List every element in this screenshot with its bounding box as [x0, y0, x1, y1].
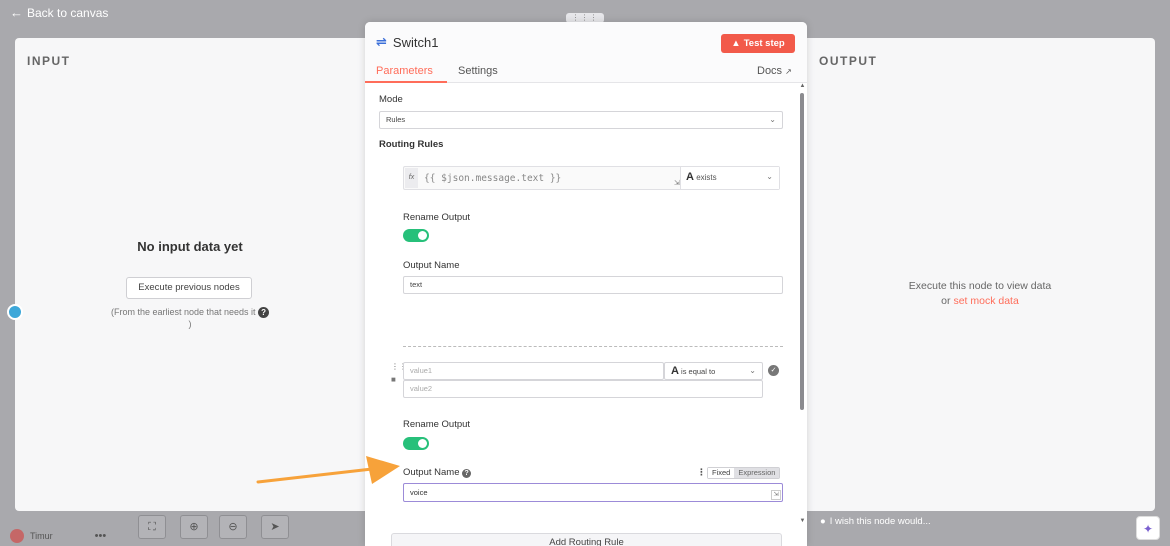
rule1-output-name-input[interactable]: text	[403, 276, 783, 294]
rule-divider	[403, 346, 783, 347]
rule1-condition: fx {{ $json.message.text }} ⇲ A exists ⌄	[403, 166, 780, 190]
pointer-tool-button[interactable]: ➤	[261, 515, 289, 539]
rule2-operator-select[interactable]: A is equal to ⌄	[664, 362, 763, 380]
output-panel: OUTPUT Execute this node to view data or…	[805, 38, 1155, 511]
test-step-label: Test step	[743, 38, 785, 49]
ai-assistant-button[interactable]: ✦	[1136, 516, 1160, 540]
docs-label: Docs	[757, 65, 783, 77]
rule2-rename-label: Rename Output	[403, 419, 471, 430]
user-menu[interactable]: Timur •••	[10, 529, 106, 543]
rule2-value1-placeholder: value1	[410, 366, 433, 375]
fixed-option[interactable]: Fixed	[708, 468, 735, 478]
parameters-body: ▲ ▼ Mode Rules ⌄ Routing Rules fx {{ $js…	[365, 83, 807, 546]
resize-icon[interactable]: ⇲	[674, 179, 680, 187]
back-to-canvas-link[interactable]: ← Back to canvas	[10, 5, 108, 20]
question-icon[interactable]: ?	[462, 469, 472, 478]
rule1-rename-label: Rename Output	[403, 212, 471, 223]
tab-settings[interactable]: Settings	[458, 65, 498, 77]
external-link-icon: ↗	[785, 67, 792, 76]
mode-select-value: Rules	[386, 115, 406, 124]
lightbulb-icon: ●	[820, 516, 826, 527]
chevron-down-icon: ⌄	[766, 172, 773, 181]
sparkle-icon: ✦	[1142, 522, 1154, 536]
resize-icon[interactable]: ⇲	[771, 490, 781, 500]
input-hint-close: )	[188, 319, 192, 329]
wish-text: I wish this node would...	[829, 516, 931, 527]
test-step-button[interactable]: ▲ Test step	[721, 34, 795, 53]
chevron-down-icon: ⌄	[769, 115, 776, 124]
expression-option[interactable]: Expression	[734, 468, 780, 478]
zoom-out-icon: ⊖	[228, 521, 238, 533]
arrow-left-icon: ←	[10, 5, 23, 20]
back-to-canvas-label: Back to canvas	[27, 5, 109, 20]
rule2-value2-placeholder: value2	[410, 384, 433, 393]
node-title-label: Switch1	[392, 34, 439, 50]
zoom-in-icon: ⊕	[189, 521, 199, 533]
mode-label: Mode	[379, 94, 403, 105]
flask-icon: ▲	[731, 38, 741, 49]
routing-rules-label: Routing Rules	[379, 139, 444, 150]
execute-previous-nodes-button[interactable]: Execute previous nodes	[126, 277, 252, 299]
rule2-output-name-text: Output Name	[403, 467, 460, 478]
set-mock-data-link[interactable]: set mock data	[953, 295, 1018, 307]
rule1-rename-toggle[interactable]	[403, 229, 429, 242]
annotation-arrow-icon	[256, 456, 400, 484]
fixed-expression-toggle[interactable]: Fixed Expression	[707, 467, 781, 479]
rule2-rename-toggle[interactable]	[403, 437, 429, 450]
field-options-icon[interactable]: ⋮	[697, 467, 706, 478]
input-panel-title: INPUT	[27, 54, 71, 68]
rule2-output-name-value: voice	[410, 488, 428, 497]
string-type-icon: A	[671, 365, 679, 377]
rule2-value1-input[interactable]: value1	[403, 362, 664, 380]
output-panel-title: OUTPUT	[819, 54, 878, 68]
rule1-output-name-label: Output Name	[403, 260, 460, 271]
pointer-icon: ➤	[270, 521, 280, 533]
docs-link[interactable]: Docs ↗	[757, 65, 792, 77]
scroll-up-icon[interactable]: ▲	[799, 83, 806, 91]
chevron-down-icon: ⌄	[749, 366, 756, 375]
input-hint-text: (From the earliest node that needs it	[110, 307, 256, 317]
input-connector-dot	[7, 304, 23, 320]
output-hint-or: or	[941, 295, 951, 307]
zoom-in-button[interactable]: ⊕	[180, 515, 208, 539]
question-icon[interactable]: ?	[258, 307, 270, 318]
mode-select[interactable]: Rules ⌄	[379, 111, 783, 129]
zoom-out-button[interactable]: ⊖	[219, 515, 247, 539]
switch-node-icon: ⇌	[376, 34, 387, 49]
scroll-down-icon[interactable]: ▼	[799, 518, 806, 526]
more-options-icon[interactable]: •••	[95, 530, 107, 542]
rule1-operator-select[interactable]: A exists ⌄	[680, 167, 779, 189]
fx-icon: fx	[405, 168, 418, 188]
tab-parameters[interactable]: Parameters	[376, 65, 433, 77]
rule2-operator-value: is equal to	[681, 367, 716, 376]
output-hint: Execute this node to view data or set mo…	[805, 279, 1155, 309]
input-panel: INPUT No input data yet Execute previous…	[7, 38, 365, 511]
avatar	[10, 529, 24, 543]
node-tabs: Parameters Settings Docs ↗	[365, 62, 807, 83]
feedback-link[interactable]: ● I wish this node would...	[820, 516, 931, 527]
rule2-output-name-label: Output Name ?	[403, 467, 472, 478]
fit-view-icon: ⛶	[148, 521, 156, 533]
add-routing-rule-button[interactable]: Add Routing Rule	[391, 533, 782, 546]
fit-view-button[interactable]: ⛶	[138, 515, 166, 539]
input-hint: (From the earliest node that needs it ? …	[110, 306, 270, 330]
string-type-icon: A	[686, 171, 694, 183]
user-name: Timur	[30, 531, 53, 541]
rule1-expression-input[interactable]: {{ $json.message.text }}	[424, 173, 561, 184]
check-circle-icon[interactable]: ✓	[768, 365, 779, 376]
output-hint-line2: or set mock data	[805, 294, 1155, 309]
rule2-output-name-input[interactable]: voice ⇲	[403, 483, 783, 502]
node-title[interactable]: ⇌ Switch1	[376, 34, 438, 50]
rule2-value2-input[interactable]: value2	[403, 380, 763, 398]
trash-icon[interactable]: ■	[391, 375, 396, 384]
node-header: ⇌ Switch1 ▲ Test step Parameters Setting…	[365, 22, 807, 83]
rule1-operator-value: exists	[696, 173, 717, 182]
no-input-title: No input data yet	[137, 239, 243, 254]
scrollbar-thumb[interactable]	[800, 93, 804, 410]
node-details-modal: ⇌ Switch1 ▲ Test step Parameters Setting…	[365, 22, 807, 546]
output-hint-line: Execute this node to view data	[908, 280, 1052, 292]
